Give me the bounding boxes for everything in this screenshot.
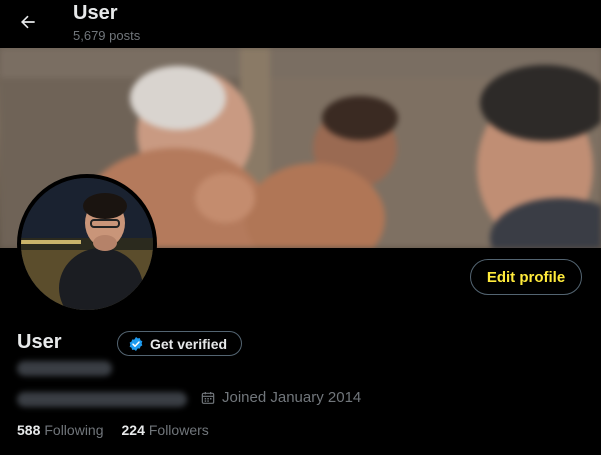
- following-link[interactable]: 588 Following: [17, 422, 104, 438]
- location-row: [17, 389, 187, 409]
- joined-date: Joined January 2014: [200, 389, 361, 406]
- profile-header: User 5,679 posts: [0, 0, 601, 48]
- profile-name: User: [17, 331, 62, 353]
- followers-count: 224: [121, 422, 145, 438]
- following-label: Following: [44, 422, 104, 438]
- verified-badge-icon: [129, 336, 143, 351]
- joined-label: Joined January 2014: [222, 389, 362, 406]
- get-verified-button[interactable]: Get verified: [117, 331, 242, 356]
- edit-profile-button[interactable]: Edit profile: [470, 259, 582, 295]
- location-redacted: [17, 391, 187, 407]
- followers-link[interactable]: 224 Followers: [122, 422, 209, 438]
- posts-count: 5,679 posts: [73, 28, 141, 43]
- calendar-icon: [201, 391, 215, 404]
- get-verified-label: Get verified: [150, 335, 228, 352]
- followers-label: Followers: [148, 422, 209, 438]
- following-count: 588: [17, 422, 41, 438]
- handle-redacted: [17, 361, 112, 376]
- back-button[interactable]: [12, 6, 44, 38]
- arrow-left-icon: [21, 15, 35, 29]
- follow-stats: 588 Following 224 Followers: [17, 422, 209, 438]
- header-title: User: [73, 2, 118, 24]
- profile-avatar[interactable]: [17, 174, 157, 314]
